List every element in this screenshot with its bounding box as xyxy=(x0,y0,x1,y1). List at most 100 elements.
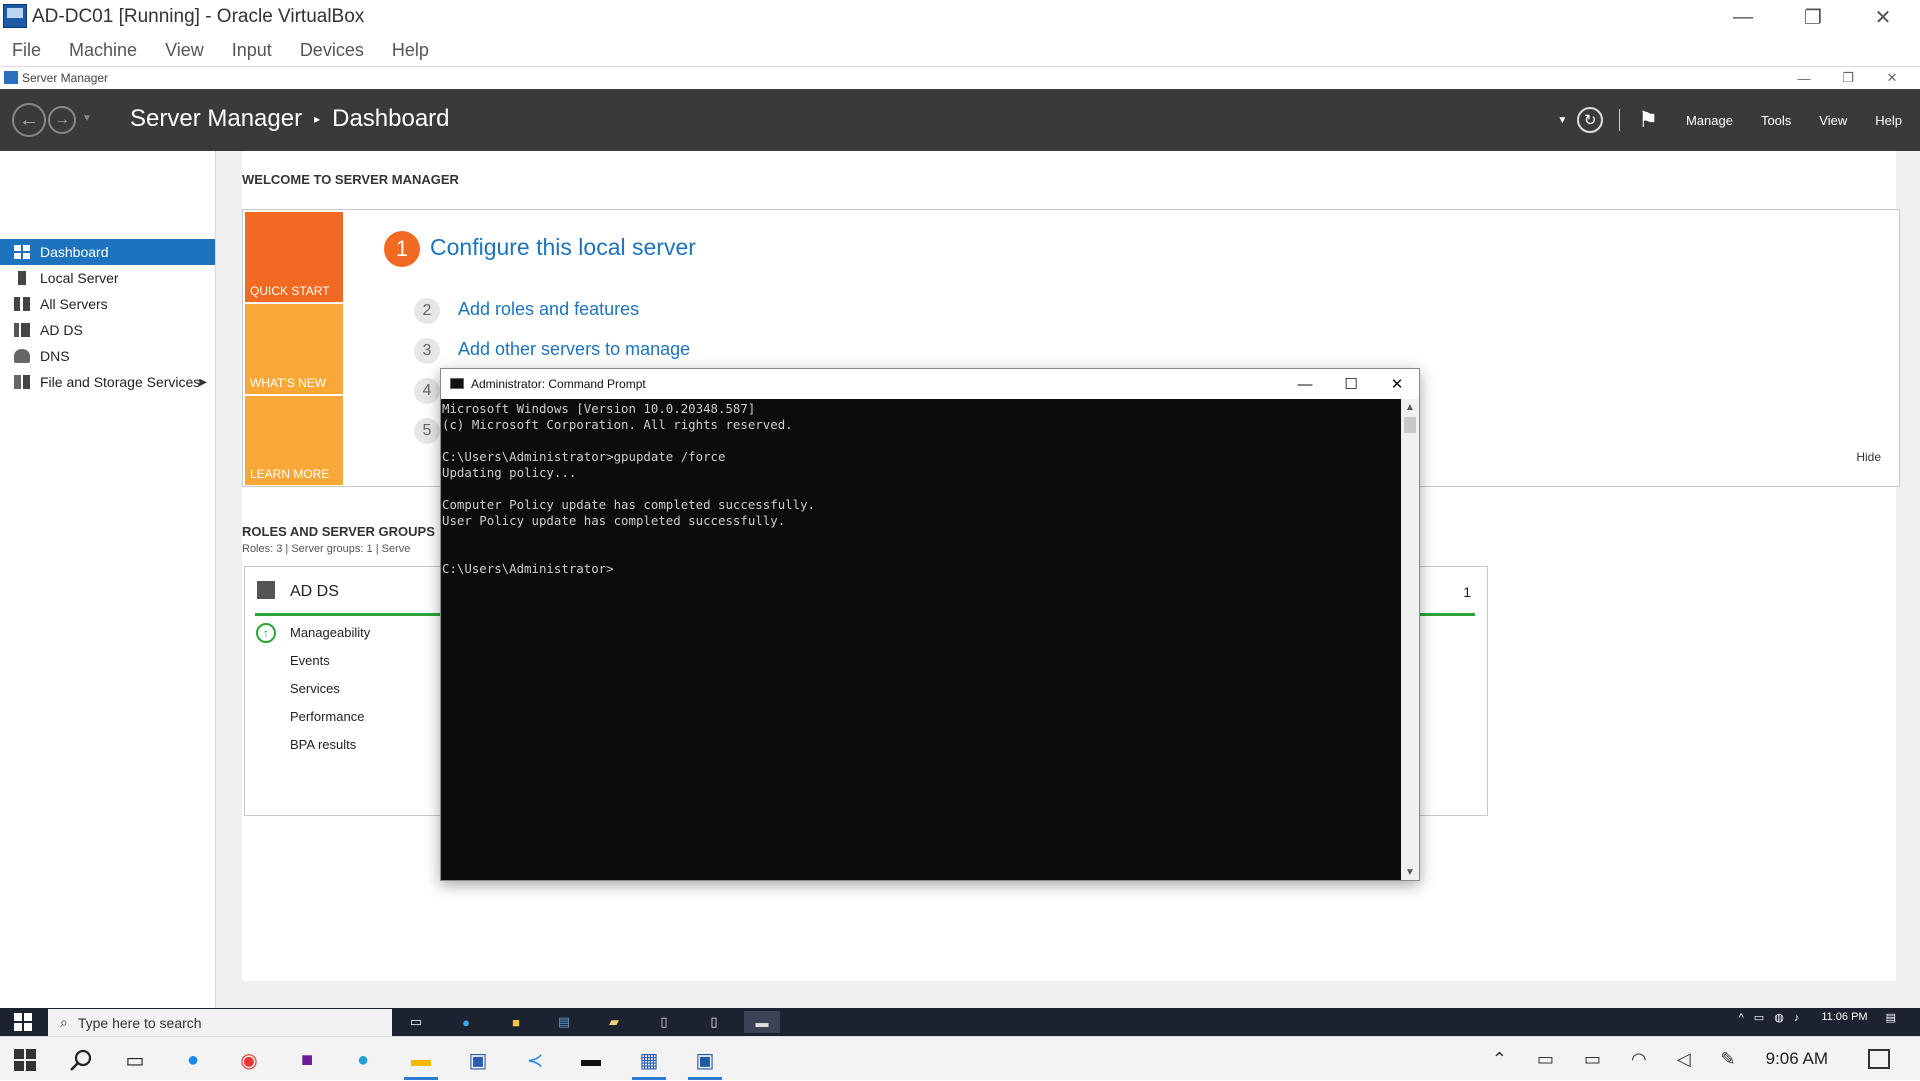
notifications-flag-icon[interactable]: ⚑ xyxy=(1638,107,1658,133)
status-ok-icon: ↑ xyxy=(256,623,276,643)
task-view-icon[interactable]: ▭ xyxy=(112,1043,158,1077)
server-manager-titlebar: Server Manager — ❐ ✕ xyxy=(0,67,1920,89)
action-center-icon[interactable] xyxy=(1868,1049,1890,1069)
nav-item-local-server[interactable]: Local Server xyxy=(0,265,215,291)
tray-chevron-icon[interactable]: ^ xyxy=(1739,1012,1744,1024)
server-manager-taskbar-icon[interactable]: ▤ xyxy=(552,1011,576,1033)
hide-link[interactable]: Hide xyxy=(1856,450,1881,464)
telegram-icon[interactable]: ● xyxy=(340,1043,386,1077)
virtualbox-icon[interactable]: ▦ xyxy=(626,1043,672,1080)
cmd-minimize-button[interactable]: — xyxy=(1282,369,1328,399)
configure-local-server-link[interactable]: Configure this local server xyxy=(430,234,696,261)
search-icon: ⌕ xyxy=(60,1014,68,1030)
view-menu[interactable]: View xyxy=(1819,113,1847,128)
refresh-icon[interactable]: ↻ xyxy=(1577,107,1604,133)
guest-system-tray: ^ ▭ ◍ ♪ 11:06 PM ▤ xyxy=(1739,1011,1896,1024)
chrome-icon[interactable]: ◉ xyxy=(226,1043,272,1077)
vscode-icon[interactable]: ≺ xyxy=(512,1043,558,1077)
menu-machine[interactable]: Machine xyxy=(69,40,137,61)
menu-view[interactable]: View xyxy=(165,40,204,61)
cmd-titlebar[interactable]: Administrator: Command Prompt — ☐ ✕ xyxy=(441,369,1419,399)
command-prompt-window[interactable]: Administrator: Command Prompt — ☐ ✕ Micr… xyxy=(440,368,1420,881)
add-servers-link[interactable]: Add other servers to manage xyxy=(458,339,690,360)
windows-start-icon[interactable] xyxy=(2,1043,48,1077)
storage-icon xyxy=(14,375,30,389)
guest-search-box[interactable]: ⌕ Type here to search xyxy=(48,1009,392,1036)
dropdown-icon[interactable]: ▼ xyxy=(1557,115,1567,126)
tool-icon[interactable]: ▰ xyxy=(602,1011,626,1033)
terminal-icon[interactable]: ▬ xyxy=(568,1043,614,1077)
sm-close-button[interactable]: ✕ xyxy=(1870,67,1914,89)
guest-start-icon[interactable] xyxy=(14,1013,32,1031)
cmd-maximize-button[interactable]: ☐ xyxy=(1328,369,1374,399)
tile-quick-start[interactable]: QUICK START xyxy=(245,212,343,302)
tile-learn-more[interactable]: LEARN MORE xyxy=(245,396,343,485)
cmd-taskbar-icon[interactable]: ▬ xyxy=(744,1011,780,1033)
nav-item-dns[interactable]: DNS xyxy=(0,343,215,369)
file-explorer-icon[interactable]: ■ xyxy=(504,1011,528,1033)
nav-item-file-storage[interactable]: File and Storage Services ▶ xyxy=(0,369,215,395)
guest-clock[interactable]: 11:06 PM xyxy=(1821,1011,1867,1024)
cmd-close-button[interactable]: ✕ xyxy=(1374,369,1420,399)
document-icon[interactable]: ▯ xyxy=(702,1011,726,1033)
pen-icon[interactable]: ✎ xyxy=(1721,1049,1736,1070)
breadcrumb-app[interactable]: Server Manager xyxy=(130,105,302,133)
card-item-manageability[interactable]: Manageability xyxy=(290,625,370,640)
cmd-console[interactable]: Microsoft Windows [Version 10.0.20348.58… xyxy=(441,399,1401,880)
cmd-icon xyxy=(450,378,464,389)
tray-chevron-icon[interactable]: ⌃ xyxy=(1492,1049,1507,1070)
tools-menu[interactable]: Tools xyxy=(1761,113,1791,128)
card-item-services[interactable]: Services xyxy=(290,681,340,696)
menu-input[interactable]: Input xyxy=(232,40,272,61)
back-arrow-icon[interactable]: ← xyxy=(12,103,46,137)
file-explorer-icon[interactable]: ▬ xyxy=(398,1043,444,1080)
sm-minimize-button[interactable]: — xyxy=(1782,67,1826,89)
menu-help[interactable]: Help xyxy=(392,40,429,61)
step-1-number: 1 xyxy=(384,231,420,267)
menu-devices[interactable]: Devices xyxy=(300,40,364,61)
scroll-up-icon[interactable]: ▲ xyxy=(1401,399,1419,415)
nav-item-dashboard[interactable]: Dashboard xyxy=(0,239,215,265)
globe-icon[interactable]: ◍ xyxy=(1774,1011,1784,1024)
sm-restore-button[interactable]: ❐ xyxy=(1826,67,1870,89)
expand-arrow-icon[interactable]: ▶ xyxy=(199,377,207,388)
volume-icon[interactable]: ♪ xyxy=(1794,1012,1800,1024)
host-clock[interactable]: 9:06 AM xyxy=(1766,1049,1828,1069)
tile-whats-new[interactable]: WHAT'S NEW xyxy=(245,304,343,394)
add-roles-features-link[interactable]: Add roles and features xyxy=(458,299,639,320)
search-icon[interactable] xyxy=(58,1043,104,1077)
card-item-bpa[interactable]: BPA results xyxy=(290,737,356,752)
scroll-thumb[interactable] xyxy=(1404,417,1416,433)
battery-icon[interactable]: ▭ xyxy=(1584,1049,1601,1070)
close-button[interactable]: ✕ xyxy=(1848,0,1918,34)
edge-icon[interactable]: ● xyxy=(170,1043,216,1077)
wifi-icon[interactable]: ◠ xyxy=(1631,1049,1647,1070)
nav-item-ad-ds[interactable]: AD DS xyxy=(0,317,215,343)
help-menu[interactable]: Help xyxy=(1875,113,1902,128)
menu-file[interactable]: File xyxy=(12,40,41,61)
task-view-icon[interactable]: ▭ xyxy=(404,1011,428,1033)
minimize-button[interactable]: — xyxy=(1708,0,1778,34)
guest-notification-icon[interactable]: ▤ xyxy=(1886,1011,1896,1024)
card-item-events[interactable]: Events xyxy=(290,653,330,668)
network-icon[interactable]: ▭ xyxy=(1754,1011,1764,1024)
ad-ds-icon xyxy=(14,323,30,337)
history-dropdown-icon[interactable]: ▼ xyxy=(82,113,92,124)
scroll-down-icon[interactable]: ▼ xyxy=(1401,864,1419,880)
app-icon[interactable]: ▣ xyxy=(455,1043,501,1077)
card-title[interactable]: AD DS xyxy=(290,583,339,601)
edge-icon[interactable]: ● xyxy=(454,1011,478,1033)
nav-item-all-servers[interactable]: All Servers xyxy=(0,291,215,317)
volume-icon[interactable]: ◁ xyxy=(1677,1049,1691,1070)
step-3-number: 3 xyxy=(414,338,440,364)
nav-label: Dashboard xyxy=(40,244,109,260)
ad-vm-icon[interactable]: ▣ xyxy=(682,1043,728,1080)
media-app-icon[interactable]: ■ xyxy=(284,1043,330,1077)
restore-button[interactable]: ❐ xyxy=(1778,0,1848,34)
camera-icon[interactable]: ▭ xyxy=(1537,1049,1554,1070)
cmd-scrollbar[interactable]: ▲ ▼ xyxy=(1401,399,1419,880)
notepad-icon[interactable]: ▯ xyxy=(652,1011,676,1033)
manage-menu[interactable]: Manage xyxy=(1686,113,1733,128)
card-item-performance[interactable]: Performance xyxy=(290,709,364,724)
forward-arrow-icon[interactable]: → xyxy=(48,106,76,134)
